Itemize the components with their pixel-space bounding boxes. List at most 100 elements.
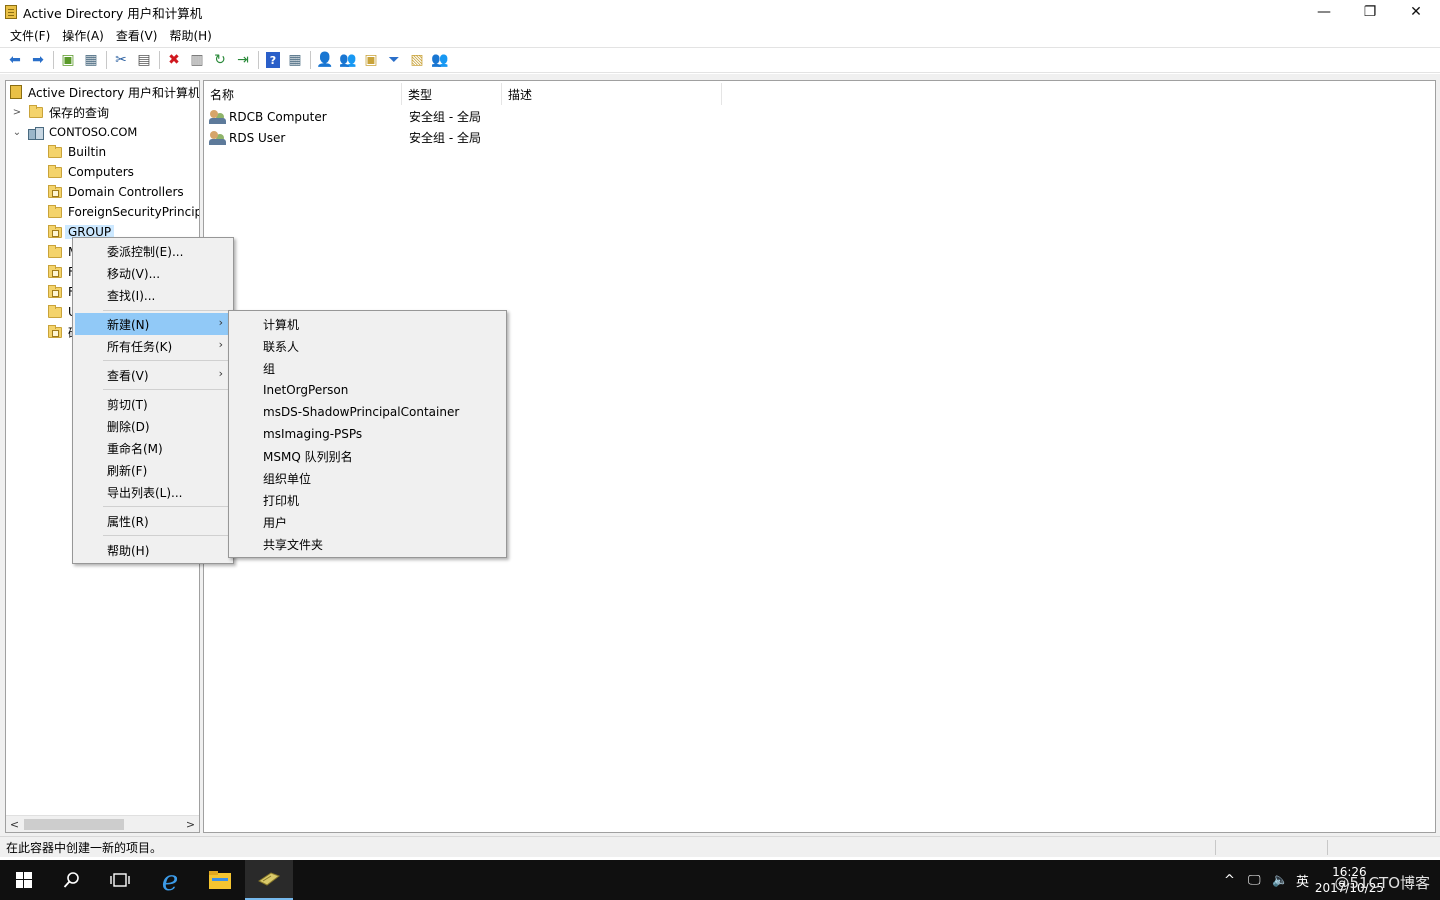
tray-chevron-icon[interactable]: ^ [1224, 860, 1235, 900]
new-printer[interactable]: 打印机 [231, 489, 504, 511]
task-view-icon[interactable] [96, 860, 144, 900]
tree-item-domain-controllers[interactable]: Domain Controllers [48, 182, 187, 202]
expand-icon[interactable]: > [11, 107, 23, 118]
volume-muted-icon[interactable]: 🔈 [1272, 860, 1288, 900]
close-button[interactable]: ✕ [1393, 0, 1439, 24]
menu-item-properties[interactable]: 属性(R) [75, 510, 231, 532]
tree-item-foreign-security-principals[interactable]: ForeignSecurityPrincipa [48, 202, 199, 222]
menu-separator [103, 535, 229, 536]
show-hide-tree-icon[interactable]: ▦ [80, 49, 102, 71]
folder-icon [29, 104, 43, 118]
menu-item-view[interactable]: 查看(V) › [75, 364, 231, 386]
up-folder-icon[interactable]: ▣ [57, 49, 79, 71]
context-menu: 委派控制(E)... 移动(V)... 查找(I)... 新建(N) › 所有任务… [72, 237, 234, 564]
list-item[interactable]: RDCB Computer 安全组 - 全局 [204, 106, 704, 127]
menu-item-help[interactable]: 帮助(H) [75, 539, 231, 561]
menu-item-delete[interactable]: 删除(D) [75, 415, 231, 437]
column-header-name[interactable]: 名称 [204, 83, 402, 105]
new-ou-icon[interactable]: ▣ [360, 49, 382, 71]
menu-item-all-tasks[interactable]: 所有任务(K) › [75, 335, 231, 357]
menu-item-find[interactable]: 查找(I)... [75, 284, 231, 306]
new-computer[interactable]: 计算机 [231, 313, 504, 335]
aduc-taskbar-icon[interactable] [245, 860, 293, 900]
new-organizational-unit[interactable]: 组织单位 [231, 467, 504, 489]
ime-indicator[interactable]: 英 [1296, 860, 1309, 900]
new-msmq-queue-alias[interactable]: MSMQ 队列别名 [231, 445, 504, 467]
find-icon[interactable]: ▧ [406, 49, 428, 71]
menu-separator [103, 389, 229, 390]
new-group[interactable]: 组 [231, 357, 504, 379]
menu-action[interactable]: 操作(A) [56, 27, 110, 44]
menu-item-refresh[interactable]: 刷新(F) [75, 459, 231, 481]
menu-item-label: 新建(N) [107, 317, 150, 332]
delete-icon[interactable]: ✖ [163, 49, 185, 71]
list-item[interactable]: RDS User 安全组 - 全局 [204, 127, 704, 148]
scroll-right-icon[interactable]: > [182, 816, 199, 832]
taskbar: e ^ 🖵 🔈 英 16:26 2017/10/25 @51CTO博客 [0, 860, 1440, 900]
ie-icon[interactable]: e [146, 860, 194, 900]
minimize-button[interactable]: — [1301, 0, 1347, 24]
new-shared-folder[interactable]: 共享文件夹 [231, 533, 504, 555]
menu-help[interactable]: 帮助(H) [163, 27, 217, 44]
console-tree-icon[interactable]: ▦ [284, 49, 306, 71]
menu-item-new[interactable]: 新建(N) › [75, 313, 231, 335]
new-msds-shadow-principal-container[interactable]: msDS-ShadowPrincipalContainer [231, 401, 504, 423]
new-user-icon[interactable]: 👤 [314, 49, 336, 71]
tree-item-saved-queries[interactable]: > 保存的查询 [11, 102, 112, 122]
menu-item-label: 查看(V) [107, 368, 149, 383]
new-inetorgperson[interactable]: InetOrgPerson [231, 379, 504, 401]
tree-horizontal-scrollbar[interactable]: < > [6, 815, 199, 832]
scrollbar-thumb[interactable] [24, 819, 124, 830]
new-user[interactable]: 用户 [231, 511, 504, 533]
new-group-icon[interactable]: 👥 [337, 49, 359, 71]
menu-item-label: 剪切(T) [107, 397, 148, 412]
watermark: @51CTO博客 [1334, 874, 1430, 892]
menu-file[interactable]: 文件(F) [4, 27, 56, 44]
menu-item-label: 帮助(H) [107, 543, 150, 558]
scroll-left-icon[interactable]: < [6, 816, 23, 832]
help-icon[interactable]: ? [266, 52, 280, 68]
tree-item-computers[interactable]: Computers [48, 162, 137, 182]
toolbar-separator [159, 51, 160, 69]
export-icon[interactable]: ⇥ [232, 49, 254, 71]
aduc-app-icon [5, 5, 17, 19]
network-icon[interactable]: 🖵 [1248, 860, 1261, 900]
search-icon[interactable] [48, 860, 96, 900]
menu-item-delegate-control[interactable]: 委派控制(E)... [75, 240, 231, 262]
new-contact[interactable]: 联系人 [231, 335, 504, 357]
ou-icon [48, 264, 62, 278]
new-msimaging-psps[interactable]: msImaging-PSPs [231, 423, 504, 445]
back-icon[interactable]: ⬅ [4, 49, 26, 71]
menu-item-export-list[interactable]: 导出列表(L)... [75, 481, 231, 503]
tree-item-builtin[interactable]: Builtin [48, 142, 109, 162]
start-icon[interactable] [0, 860, 48, 900]
add-to-group-icon[interactable]: 👥 [429, 49, 451, 71]
filter-icon[interactable]: ⏷ [383, 49, 405, 71]
forward-icon[interactable]: ➡ [27, 49, 49, 71]
menu-item-label: 组 [263, 361, 276, 376]
tree-item-label: Computers [68, 165, 134, 179]
refresh-icon[interactable]: ↻ [209, 49, 231, 71]
tree-item-domain[interactable]: ⌄ CONTOSO.COM [11, 122, 140, 142]
folder-icon [48, 204, 62, 218]
window-title: Active Directory 用户和计算机 [23, 5, 203, 21]
column-header-type[interactable]: 类型 [402, 83, 502, 105]
tree-root[interactable]: Active Directory 用户和计算机 [10, 82, 199, 102]
menu-view[interactable]: 查看(V) [110, 27, 164, 44]
title-bar: Active Directory 用户和计算机 — ❐ ✕ [0, 0, 1440, 24]
properties-icon[interactable]: ▥ [186, 49, 208, 71]
copy-icon[interactable]: ▤ [133, 49, 155, 71]
file-explorer-icon[interactable] [196, 860, 244, 900]
menu-item-rename[interactable]: 重命名(M) [75, 437, 231, 459]
tree-item-label: CONTOSO.COM [49, 125, 138, 139]
menu-item-label: msDS-ShadowPrincipalContainer [263, 405, 460, 419]
menu-item-move[interactable]: 移动(V)... [75, 262, 231, 284]
cut-icon[interactable]: ✂ [110, 49, 132, 71]
restore-button[interactable]: ❐ [1347, 0, 1393, 24]
menu-item-label: 刷新(F) [107, 463, 148, 478]
collapse-icon[interactable]: ⌄ [11, 127, 23, 138]
column-header-description[interactable]: 描述 [502, 83, 722, 105]
item-type: 安全组 - 全局 [409, 110, 481, 124]
menu-item-cut[interactable]: 剪切(T) [75, 393, 231, 415]
menu-item-label: InetOrgPerson [263, 383, 349, 397]
